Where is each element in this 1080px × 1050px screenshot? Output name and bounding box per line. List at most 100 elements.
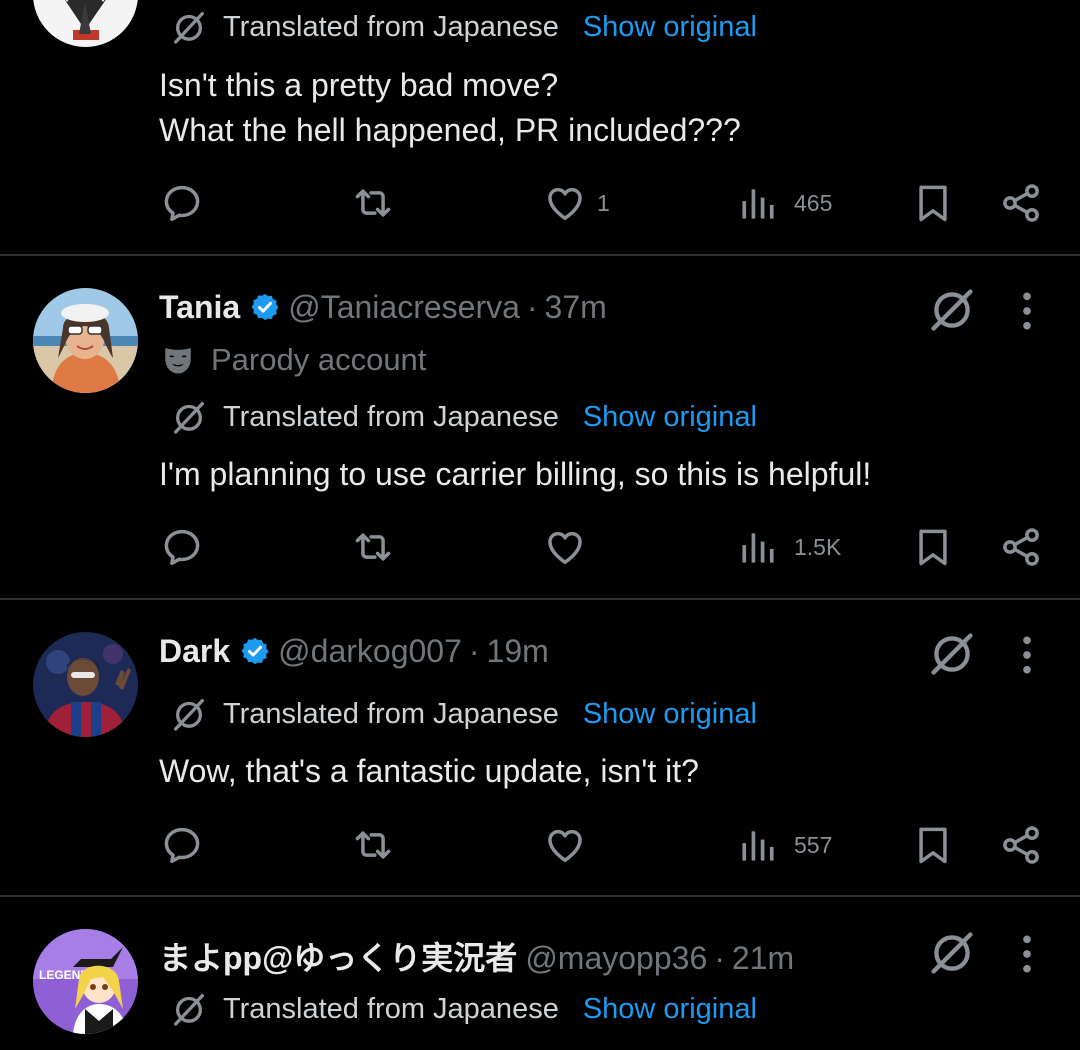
bookmark-button[interactable] [911, 178, 955, 228]
verified-badge-icon [240, 636, 270, 666]
share-button[interactable] [999, 820, 1043, 870]
views-button[interactable]: 557 [736, 820, 832, 870]
translate-icon [169, 694, 209, 734]
translated-notice: Translated from Japanese Show original [169, 694, 757, 734]
translated-notice: Translated from Japanese Show original [169, 7, 757, 47]
repost-icon [351, 181, 395, 225]
post-text-line: What the hell happened, PR included??? [159, 112, 741, 148]
parody-text: Parody account [211, 342, 427, 377]
post-text: Isn't this a pretty bad move? What the h… [159, 63, 741, 153]
post-header: まよpp@ゆっくり実況者 @mayopp36 · 21m [159, 933, 794, 979]
grok-icon[interactable] [926, 284, 978, 336]
translated-label: Translated from Japanese [223, 697, 559, 730]
user-handle[interactable]: @Taniacreserva [288, 289, 520, 326]
views-button[interactable]: 1.5K [736, 522, 841, 572]
parody-mask-icon [161, 343, 195, 377]
views-icon [736, 823, 780, 867]
show-original-link[interactable]: Show original [583, 698, 757, 731]
separator-dot: · [714, 940, 725, 976]
show-original-link[interactable]: Show original [583, 993, 757, 1026]
reply-button[interactable] [160, 820, 204, 870]
post-time[interactable]: 19m [487, 633, 549, 670]
post[interactable]: Tania @Taniacreserva · 37m Parody accoun… [0, 256, 1080, 598]
translated-label: Translated from Japanese [223, 400, 559, 433]
repost-icon [351, 823, 395, 867]
action-bar: 1.5K [0, 522, 1080, 572]
bookmark-icon [911, 823, 955, 867]
reply-button[interactable] [160, 178, 204, 228]
avatar[interactable]: LEGEND [33, 929, 138, 1034]
action-bar: 1 465 [0, 178, 1080, 228]
grok-icon[interactable] [926, 927, 978, 979]
show-original-link[interactable]: Show original [583, 401, 757, 434]
translated-label: Translated from Japanese [223, 992, 559, 1025]
translate-icon [169, 7, 209, 47]
repost-button[interactable] [351, 820, 395, 870]
post[interactable]: LEGEND まよpp@ゆっくり実況者 @mayopp36 · 21m Tran… [0, 897, 1080, 1050]
reply-button[interactable] [160, 522, 204, 572]
heart-icon [543, 525, 587, 569]
timeline-feed: Translated from Japanese Show original I… [0, 0, 1080, 1050]
avatar[interactable] [33, 288, 138, 393]
reply-icon [160, 181, 204, 225]
reply-icon [160, 823, 204, 867]
grok-icon[interactable] [926, 628, 978, 680]
separator-dot: · [468, 633, 480, 669]
more-icon[interactable] [1012, 289, 1042, 333]
heart-icon [543, 823, 587, 867]
like-button[interactable] [543, 820, 587, 870]
views-button[interactable]: 465 [736, 178, 832, 228]
avatar[interactable] [33, 0, 138, 47]
post-text: I'm planning to use carrier billing, so … [159, 452, 871, 497]
action-bar: 557 [0, 820, 1080, 870]
like-count: 1 [597, 189, 610, 216]
share-icon [999, 823, 1043, 867]
bookmark-icon [911, 181, 955, 225]
heart-icon [543, 181, 587, 225]
translate-icon [169, 989, 209, 1029]
view-count: 465 [794, 189, 833, 216]
repost-button[interactable] [351, 522, 395, 572]
separator-dot: · [526, 289, 538, 325]
view-count: 1.5K [794, 533, 842, 560]
share-icon [999, 525, 1043, 569]
verified-badge-icon [250, 292, 280, 322]
post-text: Wow, that's a fantastic update, isn't it… [159, 749, 699, 794]
repost-icon [351, 525, 395, 569]
like-button[interactable]: 1 [543, 178, 610, 228]
display-name[interactable]: Dark [159, 633, 230, 670]
post-text-line: Isn't this a pretty bad move? [159, 67, 559, 103]
post-header: Dark @darkog007 · 19m [159, 632, 549, 670]
post[interactable]: Dark @darkog007 · 19m Translated from Ja… [0, 600, 1080, 895]
views-icon [736, 181, 780, 225]
display-name[interactable]: Tania [159, 289, 240, 326]
translate-icon [169, 397, 209, 437]
bookmark-button[interactable] [911, 820, 955, 870]
user-handle[interactable]: @darkog007 [278, 633, 462, 670]
display-name[interactable]: まよpp@ゆっくり実況者 [159, 933, 517, 979]
views-icon [736, 525, 780, 569]
share-button[interactable] [999, 178, 1043, 228]
translated-label: Translated from Japanese [223, 10, 559, 43]
post-time[interactable]: 37m [545, 289, 607, 326]
more-icon[interactable] [1012, 633, 1042, 677]
post-header: Tania @Taniacreserva · 37m [159, 288, 607, 326]
share-button[interactable] [999, 522, 1043, 572]
more-icon[interactable] [1012, 932, 1042, 976]
repost-button[interactable] [351, 178, 395, 228]
user-handle[interactable]: @mayopp36 [525, 940, 707, 977]
like-button[interactable] [543, 522, 587, 572]
reply-icon [160, 525, 204, 569]
avatar[interactable] [33, 632, 138, 737]
bookmark-button[interactable] [911, 522, 955, 572]
view-count: 557 [794, 831, 833, 858]
post-text-line: I'm planning to use carrier billing, so … [159, 456, 872, 492]
parody-label: Parody account [161, 342, 426, 378]
post[interactable]: Translated from Japanese Show original I… [0, 0, 1080, 254]
post-time[interactable]: 21m [732, 940, 794, 977]
share-icon [999, 181, 1043, 225]
translated-notice: Translated from Japanese Show original [169, 989, 757, 1029]
bookmark-icon [911, 525, 955, 569]
translated-notice: Translated from Japanese Show original [169, 397, 757, 437]
show-original-link[interactable]: Show original [583, 11, 757, 44]
